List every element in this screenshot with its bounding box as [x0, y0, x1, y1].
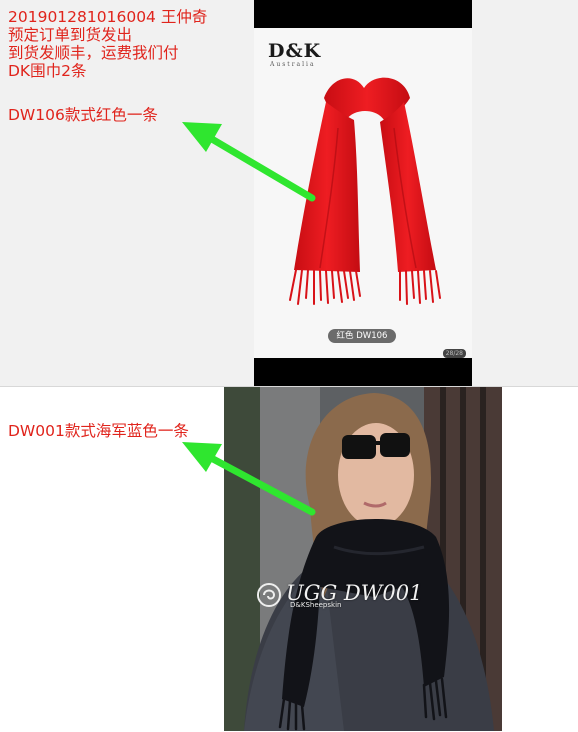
arrow-to-red-scarf-icon — [182, 122, 316, 202]
arrow-to-navy-scarf-icon — [182, 442, 316, 516]
annotation-arrows — [182, 122, 316, 516]
